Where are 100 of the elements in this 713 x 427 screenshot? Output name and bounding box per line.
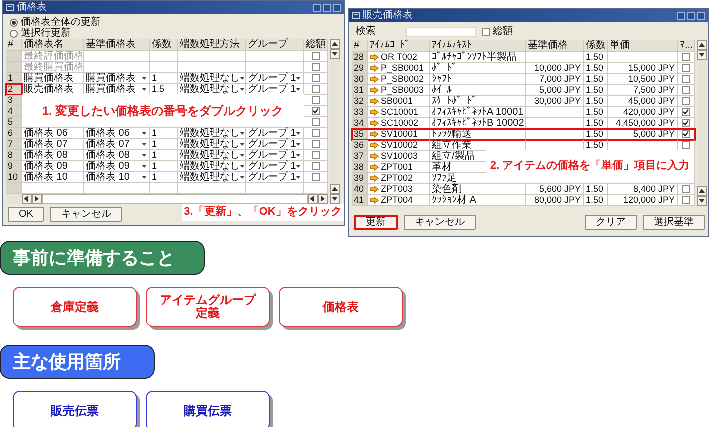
dropdown-arrow-icon[interactable] (142, 132, 147, 134)
dropdown-arrow-icon[interactable] (240, 132, 245, 134)
topic-card[interactable]: アイテムグループ定義 (146, 287, 270, 327)
dropdown-arrow-icon[interactable] (296, 88, 302, 90)
checkbox[interactable] (682, 53, 690, 61)
row-number[interactable]: 38 (352, 162, 368, 173)
minimize-button[interactable] (313, 4, 321, 12)
row-number[interactable]: 30 (352, 74, 368, 85)
checkbox[interactable] (682, 196, 690, 204)
column-header[interactable]: 基準価格 (528, 40, 568, 51)
column-header[interactable]: グループ (248, 39, 288, 50)
dropdown-arrow-icon[interactable] (296, 176, 302, 178)
row-number[interactable]: 34 (352, 118, 368, 129)
checkbox[interactable] (312, 96, 320, 104)
row-number[interactable]: 36 (352, 140, 368, 151)
maximize-button[interactable] (323, 4, 331, 12)
column-header[interactable]: 基準価格表 (86, 39, 136, 50)
column-header[interactable]: 係数 (586, 40, 606, 51)
column-header[interactable]: 総額 (306, 39, 326, 50)
search-field[interactable] (406, 26, 476, 36)
column-header[interactable]: 単価 (610, 40, 630, 51)
dropdown-arrow-icon[interactable] (240, 142, 245, 146)
dropdown-arrow-icon[interactable] (142, 88, 147, 90)
dropdown-arrow-icon[interactable] (240, 76, 245, 80)
maximize-button[interactable] (687, 12, 695, 20)
button[interactable]: キャンセル (50, 207, 122, 222)
dropdown-arrow-icon[interactable] (142, 164, 147, 168)
scrollbar[interactable] (330, 39, 340, 204)
checkbox[interactable] (682, 108, 690, 116)
checkbox[interactable] (682, 141, 690, 149)
dropdown-arrow-icon[interactable] (296, 76, 302, 80)
row-number[interactable]: 4 (6, 106, 22, 117)
radio-button[interactable] (10, 18, 18, 26)
radio-button[interactable] (10, 30, 18, 38)
checkbox[interactable] (312, 52, 320, 60)
dropdown-arrow-icon[interactable] (240, 176, 245, 178)
row-number[interactable]: 9 (6, 161, 22, 172)
row-number[interactable]: 1 (6, 73, 22, 84)
button[interactable]: 選択基準 (643, 215, 705, 230)
button[interactable]: OK (8, 207, 44, 222)
scrollbar[interactable] (697, 40, 707, 206)
close-button[interactable] (697, 12, 705, 20)
checkbox[interactable] (682, 64, 690, 72)
checkbox[interactable] (682, 119, 690, 127)
row-number[interactable]: 33 (352, 107, 368, 118)
dropdown-arrow-icon[interactable] (296, 154, 302, 156)
checkbox[interactable] (312, 85, 320, 93)
button[interactable]: キャンセル (404, 215, 476, 230)
horizontal-scrollbar[interactable] (6, 194, 328, 204)
topic-card[interactable]: 倉庫定義 (13, 287, 137, 327)
dropdown-arrow-icon[interactable] (296, 142, 302, 146)
row-number[interactable]: 29 (352, 63, 368, 74)
checkbox[interactable] (312, 74, 320, 82)
checkbox[interactable] (682, 185, 690, 193)
dropdown-arrow-icon[interactable] (240, 88, 245, 90)
dropdown-arrow-icon[interactable] (240, 164, 245, 168)
column-header[interactable]: 係数 (152, 39, 172, 50)
column-header[interactable]: 価格表名 (24, 39, 64, 50)
button[interactable]: 更新 (354, 215, 398, 230)
row-number[interactable]: 32 (352, 96, 368, 107)
row-number[interactable]: 5 (6, 117, 22, 128)
checkbox[interactable] (312, 118, 320, 126)
dropdown-arrow-icon[interactable] (142, 176, 147, 178)
row-number[interactable]: 6 (6, 128, 22, 139)
column-header[interactable]: 端数処理方法 (180, 39, 240, 50)
column-header[interactable]: # (354, 40, 360, 51)
column-header[interactable]: ｱｲﾃﾑｺｰﾄﾞ (370, 40, 410, 51)
row-number[interactable]: 10 (6, 172, 22, 183)
row-number[interactable]: 3 (6, 95, 22, 106)
row-number[interactable]: 7 (6, 139, 22, 150)
row-number[interactable]: 40 (352, 184, 368, 195)
button[interactable]: クリア (585, 215, 637, 230)
column-header[interactable]: ｱｲﾃﾑﾃｷｽﾄ (432, 40, 472, 51)
checkbox[interactable] (682, 86, 690, 94)
dropdown-arrow-icon[interactable] (296, 164, 302, 168)
topic-card[interactable]: 販売伝票 (13, 391, 137, 427)
row-number[interactable]: 39 (352, 173, 368, 184)
checkbox[interactable] (312, 173, 320, 181)
column-header[interactable]: ﾏ... (680, 40, 694, 51)
row-number[interactable]: 28 (352, 52, 368, 63)
dropdown-arrow-icon[interactable] (142, 76, 147, 80)
checkbox[interactable] (482, 28, 490, 36)
dropdown-arrow-icon[interactable] (142, 142, 147, 146)
checkbox[interactable] (312, 151, 320, 159)
row-number[interactable]: 2 (6, 84, 22, 95)
row-number[interactable]: 37 (352, 151, 368, 162)
checkbox[interactable] (312, 162, 320, 170)
row-number[interactable]: 8 (6, 150, 22, 161)
checkbox[interactable] (682, 97, 690, 105)
topic-card[interactable]: 購買伝票 (146, 391, 270, 427)
column-header[interactable]: # (8, 39, 14, 50)
row-number[interactable]: 35 (352, 129, 368, 140)
topic-card[interactable]: 価格表 (279, 287, 403, 327)
checkbox[interactable] (312, 140, 320, 148)
dropdown-arrow-icon[interactable] (296, 132, 302, 134)
dropdown-arrow-icon[interactable] (240, 154, 245, 156)
minimize-button[interactable] (677, 12, 685, 20)
checkbox[interactable] (312, 129, 320, 137)
close-button[interactable] (333, 4, 341, 12)
checkbox[interactable] (682, 75, 690, 83)
